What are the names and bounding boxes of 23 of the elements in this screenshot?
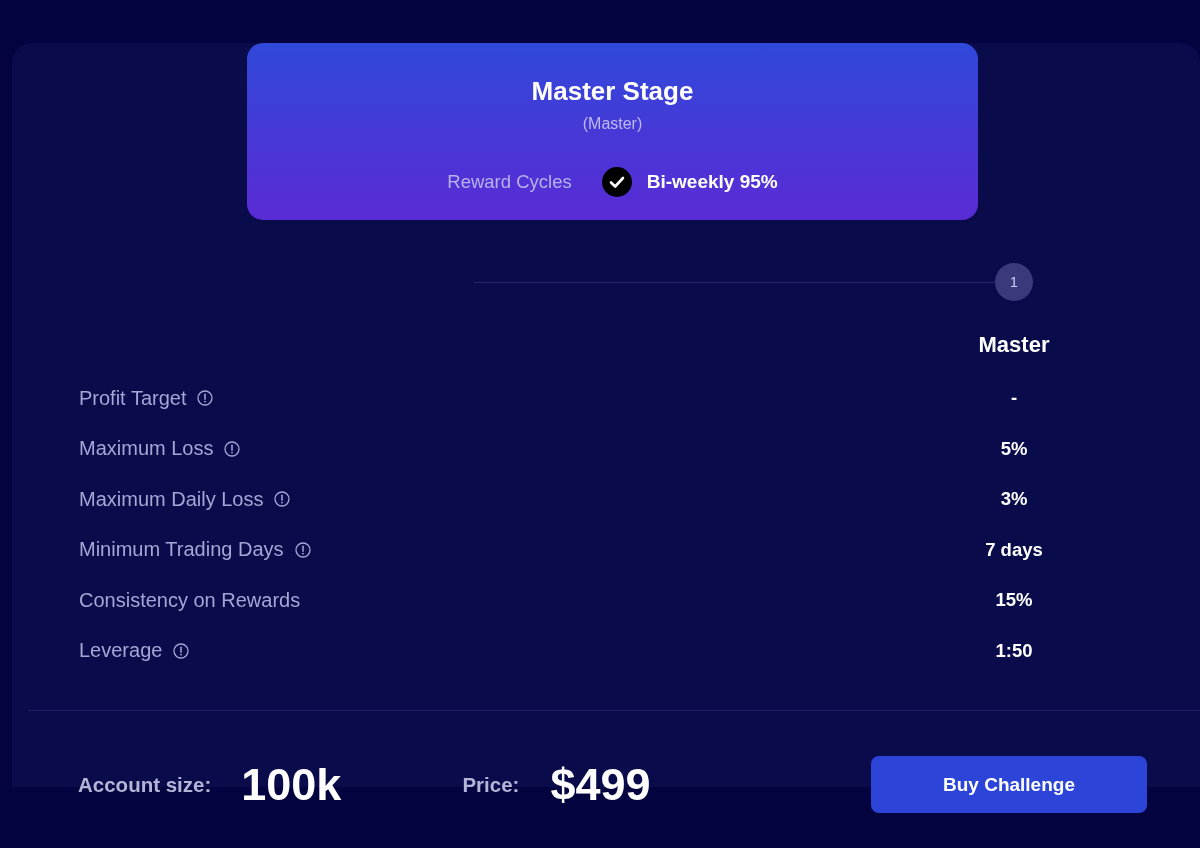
rule-value: 15% <box>995 589 1033 612</box>
rule-label: Leverage <box>79 639 163 663</box>
account-size-label: Account size: <box>78 772 212 797</box>
rule-label: Consistency on Rewards <box>79 588 301 612</box>
rule-value: 5% <box>1000 437 1028 460</box>
rule-label: Maximum Loss <box>79 437 214 461</box>
card-title: Master Stage <box>531 76 694 106</box>
reward-cycles-value: Bi-weekly 95% <box>646 171 778 193</box>
buy-challenge-button[interactable]: Buy Challenge <box>871 756 1147 813</box>
rule-value: 7 days <box>985 538 1043 561</box>
step-number: 1 <box>995 263 1033 301</box>
rule-value: 3% <box>1000 488 1028 511</box>
column-header: Master <box>978 332 1050 358</box>
account-size-value: 100k <box>241 758 342 811</box>
rule-label: Profit Target <box>79 386 187 410</box>
price-label: Price: <box>462 772 520 797</box>
reward-cycles-label: Reward Cycles <box>447 171 572 193</box>
price-value: $499 <box>550 758 651 811</box>
rule-value: 1:50 <box>995 639 1033 662</box>
rule-value: - <box>1010 387 1018 410</box>
rule-label: Maximum Daily Loss <box>79 487 264 511</box>
card-subtitle: (Master) <box>582 114 643 134</box>
rule-label: Minimum Trading Days <box>79 538 284 562</box>
